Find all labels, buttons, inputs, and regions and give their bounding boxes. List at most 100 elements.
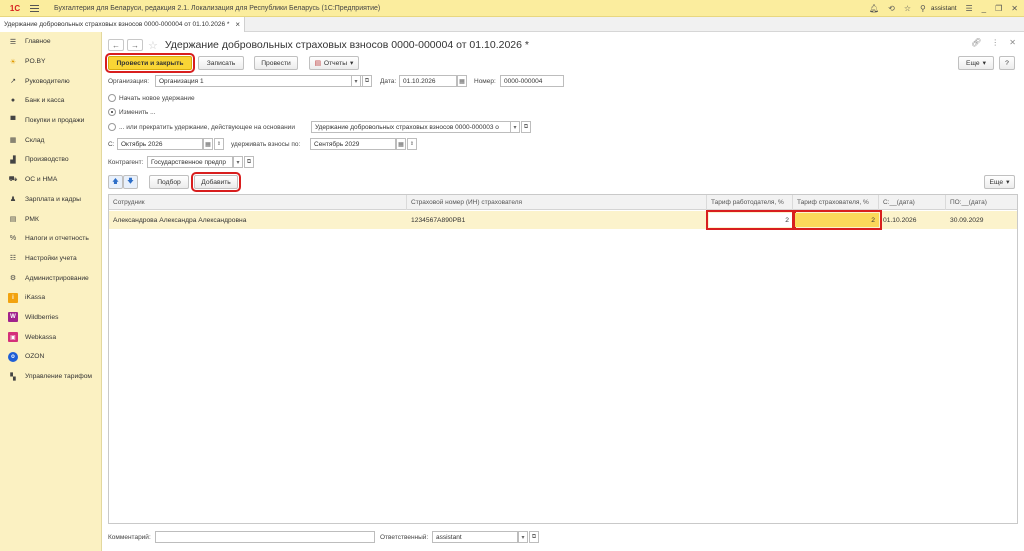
table-more-button[interactable]: Еще ▾	[984, 175, 1015, 189]
back-button[interactable]: ←	[108, 39, 124, 51]
basis-open-icon[interactable]: ⧉	[521, 121, 531, 133]
sidebar-item-webkassa[interactable]: ▣ Webkassa	[0, 327, 101, 347]
title-bar: 1С Бухгалтерия для Беларуси, редакция 2.…	[0, 0, 1024, 17]
sidebar-item-admin[interactable]: ⚙ Администрирование	[0, 268, 101, 288]
column-header-from-date[interactable]: С:__(дата)	[879, 195, 946, 210]
close-window-icon[interactable]: ✕	[1011, 4, 1018, 13]
tab-current-document[interactable]: Удержание добровольных страховых взносов…	[0, 17, 246, 32]
contractor-dropdown-icon[interactable]: ▾	[233, 156, 243, 168]
favorite-star-icon[interactable]: ☆	[148, 39, 158, 52]
sidebar-item-wildberries[interactable]: W Wildberries	[0, 308, 101, 328]
from-stepper-icon[interactable]: ⇕	[214, 138, 224, 150]
cell-from-date[interactable]: 01.10.2026	[879, 211, 946, 229]
organization-open-icon[interactable]: ⧉	[362, 75, 372, 87]
sidebar-item-ikassa[interactable]: i iKassa	[0, 288, 101, 308]
column-header-insurer-rate[interactable]: Тариф страхователя, %	[793, 195, 879, 210]
more-vertical-icon[interactable]: ⋮	[991, 38, 999, 47]
sidebar-item-main[interactable]: ☰ Главное	[0, 32, 101, 52]
date-field[interactable]: 01.10.2026	[399, 75, 457, 87]
trend-icon: ↗	[10, 78, 16, 86]
sidebar-item-label: РМК	[25, 215, 39, 223]
sidebar-item-bank[interactable]: ● Банк и касса	[0, 91, 101, 111]
cart-icon: ▀	[10, 117, 16, 125]
more-button[interactable]: Еще ▾	[958, 56, 994, 70]
radio-change[interactable]	[108, 108, 116, 116]
settings-menu-icon[interactable]: ☰	[966, 4, 973, 13]
cell-to-date[interactable]: 30.09.2029	[946, 211, 1019, 229]
sidebar-item-assets[interactable]: ⛟ ОС и НМА	[0, 170, 101, 190]
minimize-icon[interactable]: _	[982, 4, 986, 13]
cell-insurer-rate[interactable]: 2	[792, 210, 882, 230]
sidebar-item-label: ОС и НМА	[25, 176, 58, 184]
from-calendar-icon[interactable]: ▦	[203, 138, 213, 150]
comment-field[interactable]	[155, 531, 375, 543]
calendar-icon[interactable]: ▦	[457, 75, 467, 87]
sidebar-item-manager[interactable]: ↗ Руководителю	[0, 71, 101, 91]
truck-icon: ⛟	[8, 176, 18, 184]
sidebar-item-label: OZON	[25, 353, 45, 361]
cell-insurance-number[interactable]: 1234567А890РВ1	[407, 211, 707, 229]
organization-label: Организация:	[108, 78, 150, 85]
sidebar-item-warehouse[interactable]: ▦ Склад	[0, 130, 101, 150]
cell-employee[interactable]: Александрова Александра Александровна	[109, 211, 407, 229]
sidebar-item-settings[interactable]: ☷ Настройки учета	[0, 249, 101, 269]
radio-stop-deduction[interactable]	[108, 123, 116, 131]
until-calendar-icon[interactable]: ▦	[396, 138, 406, 150]
close-tab-icon[interactable]: ×	[235, 20, 240, 29]
close-form-icon[interactable]: ✕	[1009, 38, 1016, 47]
cell-employer-rate[interactable]: 2	[706, 210, 796, 230]
sidebar-item-poby[interactable]: ☀ PO.BY	[0, 52, 101, 72]
bell-icon[interactable]: 🔔︎	[869, 4, 879, 13]
number-field[interactable]: 0000-000004	[500, 75, 564, 87]
restore-icon[interactable]: ❐	[995, 4, 1002, 13]
column-header-employee[interactable]: Сотрудник	[109, 195, 407, 210]
contractor-field[interactable]: Государственное предпр	[147, 156, 233, 168]
move-up-button[interactable]: 🡅	[108, 175, 123, 189]
sidebar-item-payroll[interactable]: ♟ Зарплата и кадры	[0, 190, 101, 210]
sidebar-item-label: Производство	[25, 156, 69, 164]
history-icon[interactable]: ⟲	[888, 4, 895, 13]
sidebar-item-taxes[interactable]: % Налоги и отчетность	[0, 229, 101, 249]
help-button[interactable]: ?	[999, 56, 1015, 70]
table-header: Сотрудник Страховой номер (ИН) страховат…	[109, 195, 1017, 210]
contractor-open-icon[interactable]: ⧉	[244, 156, 254, 168]
sidebar-item-purchases[interactable]: ▀ Покупки и продажи	[0, 111, 101, 131]
save-button[interactable]: Записать	[198, 56, 244, 70]
register-icon: ▤	[9, 216, 17, 224]
sidebar-item-label: Склад	[25, 136, 45, 144]
post-and-close-button[interactable]: Провести и закрыть	[105, 53, 195, 73]
responsible-field[interactable]: assistant	[432, 531, 518, 543]
radio-new-deduction[interactable]	[108, 94, 116, 102]
add-button[interactable]: Добавить	[191, 172, 241, 192]
responsible-open-icon[interactable]: ⧉	[529, 531, 539, 543]
search-icon[interactable]: ⚲	[920, 4, 926, 13]
column-header-to-date[interactable]: ПО:__(дата)	[946, 195, 1019, 210]
table-row[interactable]: Александрова Александра Александровна 12…	[109, 210, 1019, 230]
sidebar-item-tariff[interactable]: ▚ Управление тарифом	[0, 367, 101, 387]
current-user[interactable]: assistant	[931, 5, 957, 12]
favorites-star-icon[interactable]: ☆	[904, 4, 911, 13]
sidebar-item-rmk[interactable]: ▤ РМК	[0, 209, 101, 229]
until-stepper-icon[interactable]: ⇕	[407, 138, 417, 150]
organization-dropdown-icon[interactable]: ▾	[351, 75, 361, 87]
reports-button[interactable]: ▤ Отчеты ▾	[309, 56, 359, 70]
column-header-employer-rate[interactable]: Тариф работодателя, %	[707, 195, 793, 210]
main-menu-icon[interactable]	[30, 4, 44, 12]
until-period-field[interactable]: Сентябрь 2029	[310, 138, 396, 150]
select-button[interactable]: Подбор	[149, 175, 189, 189]
organization-field[interactable]: Организация 1	[155, 75, 363, 87]
sidebar-item-label: Настройки учета	[25, 254, 77, 262]
forward-button[interactable]: →	[127, 39, 143, 51]
post-button[interactable]: Провести	[254, 56, 298, 70]
basis-dropdown-icon[interactable]: ▾	[510, 121, 520, 133]
basis-document-field[interactable]: Удержание добровольных страховых взносов…	[311, 121, 511, 133]
column-header-insurance-number[interactable]: Страховой номер (ИН) страхователя	[407, 195, 707, 210]
report-icon: ▤	[314, 60, 321, 67]
sidebar-item-ozon[interactable]: o OZON	[0, 347, 101, 367]
sidebar-item-production[interactable]: ▟ Производство	[0, 150, 101, 170]
link-icon[interactable]: 🔗︎	[971, 38, 981, 47]
open-tabs-bar: Удержание добровольных страховых взносов…	[0, 17, 1024, 32]
from-period-field[interactable]: Октябрь 2026	[117, 138, 203, 150]
move-down-button[interactable]: 🡇	[123, 175, 138, 189]
responsible-dropdown-icon[interactable]: ▾	[518, 531, 528, 543]
